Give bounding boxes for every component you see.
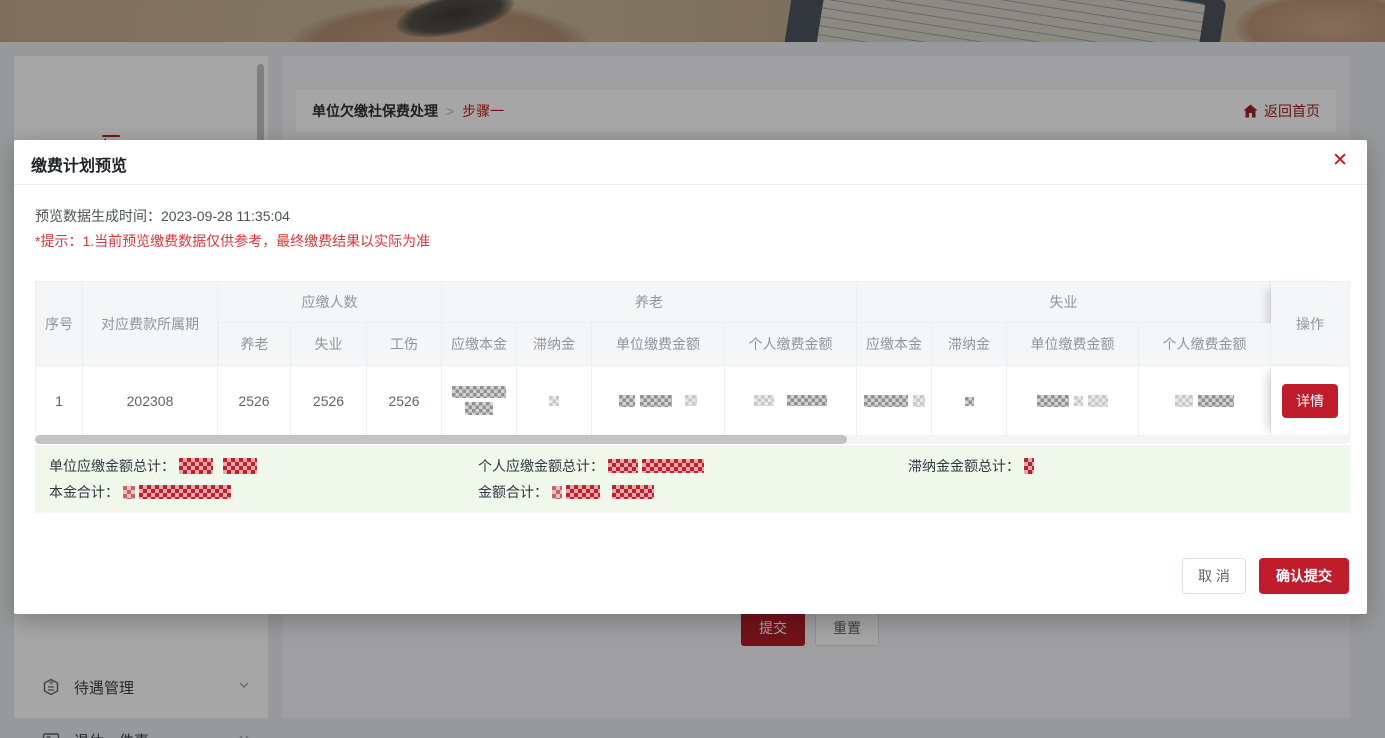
redacted-value <box>1198 395 1234 407</box>
table-horizontal-scrollbar-track <box>35 435 1350 444</box>
cancel-button[interactable]: 取 消 <box>1182 558 1246 594</box>
col-header-pension-principal: 应缴本金 <box>442 323 517 366</box>
col-header-pension-latefee: 滞纳金 <box>517 323 592 366</box>
generated-time-label: 预览数据生成时间： <box>35 208 161 224</box>
col-group-headcount: 应缴人数 <box>218 281 442 323</box>
cell-action: 详情 <box>1271 366 1350 436</box>
summary-panel: 单位应缴金额总计： 本金合计： 个人应缴金额总计： 金额合计： <box>35 445 1350 513</box>
summary-principal-total: 本金合计： <box>49 481 257 503</box>
notice-text: *提示：1.当前预览缴费数据仅供参考，最终缴费结果以实际为准 <box>35 231 430 251</box>
close-icon[interactable]: ✕ <box>1332 151 1348 170</box>
col-header-headcount-injury: 工伤 <box>367 323 442 366</box>
cell-unemp-personal-amount <box>1139 366 1271 436</box>
cell-headcount-unemployment: 2526 <box>291 366 367 436</box>
redacted-value <box>642 459 704 473</box>
screen: 单位信息登记与维护 ✳ 待遇管理 <box>0 0 1385 738</box>
col-header-pension-personal-amount: 个人缴费金额 <box>725 323 857 366</box>
redacted-value <box>913 395 925 407</box>
cell-unemp-principal <box>857 366 932 436</box>
summary-personal-total-label: 个人应缴金额总计： <box>478 456 604 476</box>
redacted-value <box>566 485 600 499</box>
confirm-submit-button[interactable]: 确认提交 <box>1259 558 1349 594</box>
summary-col-unit: 单位应缴金额总计： 本金合计： <box>49 455 257 507</box>
summary-latefee-total-label: 滞纳金金额总计： <box>908 456 1020 476</box>
summary-col-latefee: 滞纳金金额总计： <box>908 455 1034 481</box>
summary-amount-total: 金额合计： <box>478 481 704 503</box>
redacted-value <box>685 395 697 406</box>
col-header-unemp-latefee: 滞纳金 <box>932 323 1007 366</box>
cell-pension-principal <box>442 366 517 436</box>
redacted-value <box>552 486 562 499</box>
redacted-value <box>1037 395 1069 407</box>
redacted-value <box>465 402 493 415</box>
detail-button[interactable]: 详情 <box>1282 384 1338 418</box>
redacted-value <box>608 459 638 473</box>
redacted-value <box>223 458 257 474</box>
payment-plan-preview-modal: 缴费计划预览 ✕ 预览数据生成时间：2023-09-28 11:35:04 *提… <box>14 140 1367 614</box>
table-horizontal-scrollbar-thumb[interactable] <box>35 435 847 444</box>
redacted-value <box>549 396 559 406</box>
payment-plan-table: 序号 对应费款所属期 应缴人数 养老 失业 操作 养老 失业 工伤 应缴本金 滞… <box>35 281 1350 436</box>
col-header-headcount-unemployment: 失业 <box>291 323 367 366</box>
redacted-value <box>179 458 213 474</box>
cell-seq: 1 <box>35 366 83 436</box>
col-group-unemployment: 失业 <box>857 281 1271 323</box>
col-header-headcount-pension: 养老 <box>218 323 291 366</box>
summary-unit-total-label: 单位应缴金额总计： <box>49 456 175 476</box>
cell-unemp-unit-amount <box>1007 366 1139 436</box>
cell-headcount-pension: 2526 <box>218 366 291 436</box>
summary-col-personal: 个人应缴金额总计： 金额合计： <box>478 455 704 507</box>
redacted-value <box>754 395 774 406</box>
modal-header: 缴费计划预览 ✕ <box>14 140 1367 185</box>
redacted-value <box>612 485 654 499</box>
redacted-value <box>123 486 135 499</box>
summary-unit-total: 单位应缴金额总计： <box>49 455 257 477</box>
cell-unemp-latefee <box>932 366 1007 436</box>
cell-pension-latefee <box>517 366 592 436</box>
redacted-value <box>452 386 506 398</box>
col-header-unemp-unit-amount: 单位缴费金额 <box>1007 323 1139 366</box>
col-header-unemp-principal: 应缴本金 <box>857 323 932 366</box>
generated-time-value: 2023-09-28 11:35:04 <box>161 208 290 224</box>
redacted-value <box>640 395 672 407</box>
cell-headcount-injury: 2526 <box>367 366 442 436</box>
col-group-pension: 养老 <box>442 281 857 323</box>
cell-pension-personal-amount <box>725 366 857 436</box>
col-header-pension-unit-amount: 单位缴费金额 <box>592 323 725 366</box>
col-header-unemp-personal-amount: 个人缴费金额 <box>1139 323 1271 366</box>
redacted-value <box>1024 458 1034 474</box>
summary-latefee-total: 滞纳金金额总计： <box>908 455 1034 477</box>
redacted-value <box>965 397 974 406</box>
modal-title: 缴费计划预览 <box>31 152 127 176</box>
cell-period: 202308 <box>83 366 218 436</box>
summary-amount-total-label: 金额合计： <box>478 482 548 502</box>
col-header-period: 对应费款所属期 <box>83 281 218 366</box>
redacted-value <box>1088 395 1108 407</box>
cell-pension-unit-amount <box>592 366 725 436</box>
col-header-seq: 序号 <box>35 281 83 366</box>
col-header-action: 操作 <box>1271 281 1350 366</box>
redacted-value <box>1175 395 1193 407</box>
redacted-value <box>787 395 827 406</box>
redacted-value <box>1074 396 1083 406</box>
summary-principal-total-label: 本金合计： <box>49 482 119 502</box>
preview-generated-time: 预览数据生成时间：2023-09-28 11:35:04 <box>35 206 290 226</box>
redacted-value <box>864 395 908 407</box>
table-row: 1 202308 2526 2526 2526 <box>35 366 1350 436</box>
redacted-value <box>619 395 635 407</box>
redacted-value <box>139 485 231 499</box>
summary-personal-total: 个人应缴金额总计： <box>478 455 704 477</box>
